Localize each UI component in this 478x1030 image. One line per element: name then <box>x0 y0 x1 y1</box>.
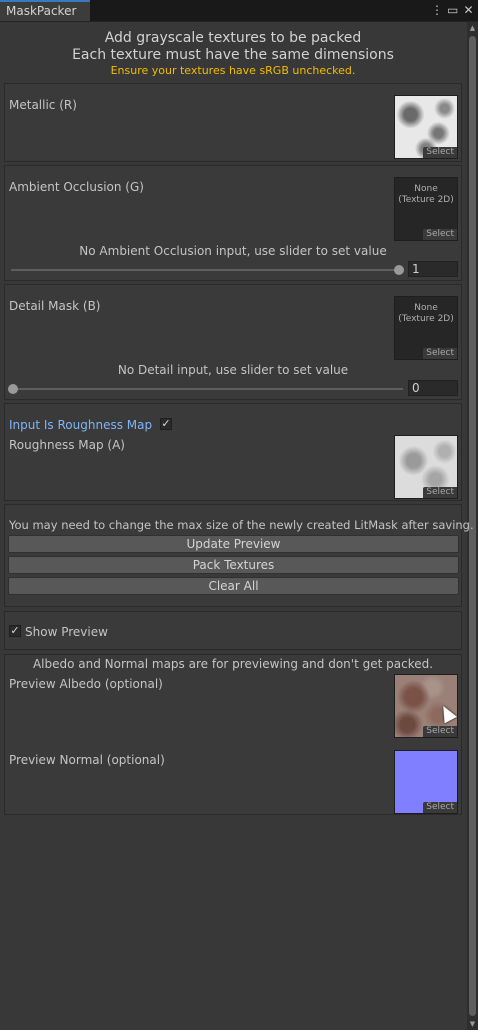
detail-none-type: (Texture 2D) <box>398 314 454 324</box>
detail-slider-track[interactable] <box>11 388 403 390</box>
detail-none-text: None <box>414 303 438 313</box>
instructions-header: Add grayscale textures to be packed Each… <box>0 30 466 78</box>
detail-no-input-message: No Detail input, use slider to set value <box>117 363 349 377</box>
detail-select-button[interactable]: Select <box>423 348 457 359</box>
preview-normal-label: Preview Normal (optional) <box>9 753 165 767</box>
roughness-texture-field[interactable]: Select <box>394 435 458 499</box>
mouse-cursor-icon <box>437 702 457 724</box>
metallic-label: Metallic (R) <box>9 98 77 112</box>
preview-normal-texture-field[interactable]: Select <box>394 750 458 814</box>
detail-texture-field[interactable]: None (Texture 2D) Select <box>394 296 458 360</box>
ao-texture-field[interactable]: None (Texture 2D) Select <box>394 177 458 241</box>
detail-mask-label: Detail Mask (B) <box>9 299 101 313</box>
scroll-up-arrow-icon[interactable]: ▲ <box>467 22 478 34</box>
tab-title: MaskPacker <box>6 4 77 18</box>
roughness-map-label: Roughness Map (A) <box>9 438 125 452</box>
preview-section: Albedo and Normal maps are for previewin… <box>4 654 462 815</box>
ao-no-input-message: No Ambient Occlusion input, use slider t… <box>79 244 387 258</box>
close-icon[interactable]: ✕ <box>463 2 474 18</box>
ao-value-field[interactable]: 1 <box>408 261 458 277</box>
instruction-line-1: Add grayscale textures to be packed <box>104 30 362 46</box>
clear-all-button[interactable]: Clear All <box>8 577 459 595</box>
pack-textures-button[interactable]: Pack Textures <box>8 556 459 574</box>
srgb-warning: Ensure your textures have sRGB unchecked… <box>110 64 356 77</box>
ao-label: Ambient Occlusion (G) <box>9 180 144 194</box>
instruction-line-2: Each texture must have the same dimensio… <box>72 47 394 63</box>
normal-select-button[interactable]: Select <box>423 802 457 813</box>
preview-albedo-label: Preview Albedo (optional) <box>9 677 163 691</box>
roughness-section: Input Is Roughness Map ✓ Roughness Map (… <box>4 403 462 501</box>
preview-albedo-texture-field[interactable]: Select <box>394 674 458 738</box>
show-preview-section: ✓ Show Preview <box>4 611 462 650</box>
roughness-toggle-label[interactable]: Input Is Roughness Map <box>9 418 152 432</box>
metallic-select-button[interactable]: Select <box>423 147 457 158</box>
roughness-toggle-checkbox[interactable]: ✓ <box>160 418 172 430</box>
actions-section: You may need to change the max size of t… <box>4 504 474 607</box>
detail-value-field[interactable]: 0 <box>408 380 458 396</box>
update-preview-button[interactable]: Update Preview <box>8 535 459 553</box>
ambient-occlusion-section: Ambient Occlusion (G) None (Texture 2D) … <box>4 165 462 281</box>
ao-select-button[interactable]: Select <box>423 229 457 240</box>
detail-mask-section: Detail Mask (B) None (Texture 2D) Select… <box>4 284 462 400</box>
max-size-note: You may need to change the max size of t… <box>9 518 474 532</box>
ao-slider-knob[interactable] <box>394 265 404 275</box>
ao-none-text: None <box>414 184 438 194</box>
show-preview-label[interactable]: Show Preview <box>25 625 108 639</box>
roughness-select-button[interactable]: Select <box>423 487 457 498</box>
metallic-texture-field[interactable]: Select <box>394 95 458 159</box>
window-controls: ⋮ ▭ ✕ <box>431 2 474 18</box>
ao-none-type: (Texture 2D) <box>398 195 454 205</box>
tab-bar: MaskPacker ⋮ ▭ ✕ <box>0 0 478 22</box>
kebab-menu-icon[interactable]: ⋮ <box>431 2 443 18</box>
albedo-select-button[interactable]: Select <box>423 726 457 737</box>
tab-maskpacker[interactable]: MaskPacker <box>0 0 90 21</box>
show-preview-checkbox[interactable]: ✓ <box>9 625 21 637</box>
preview-note: Albedo and Normal maps are for previewin… <box>32 657 434 671</box>
metallic-section: Metallic (R) Select <box>4 83 462 162</box>
ao-slider-track[interactable] <box>11 269 403 271</box>
maximize-icon[interactable]: ▭ <box>447 2 458 18</box>
detail-slider-knob[interactable] <box>8 384 18 394</box>
scroll-down-arrow-icon[interactable]: ▼ <box>467 1018 478 1030</box>
